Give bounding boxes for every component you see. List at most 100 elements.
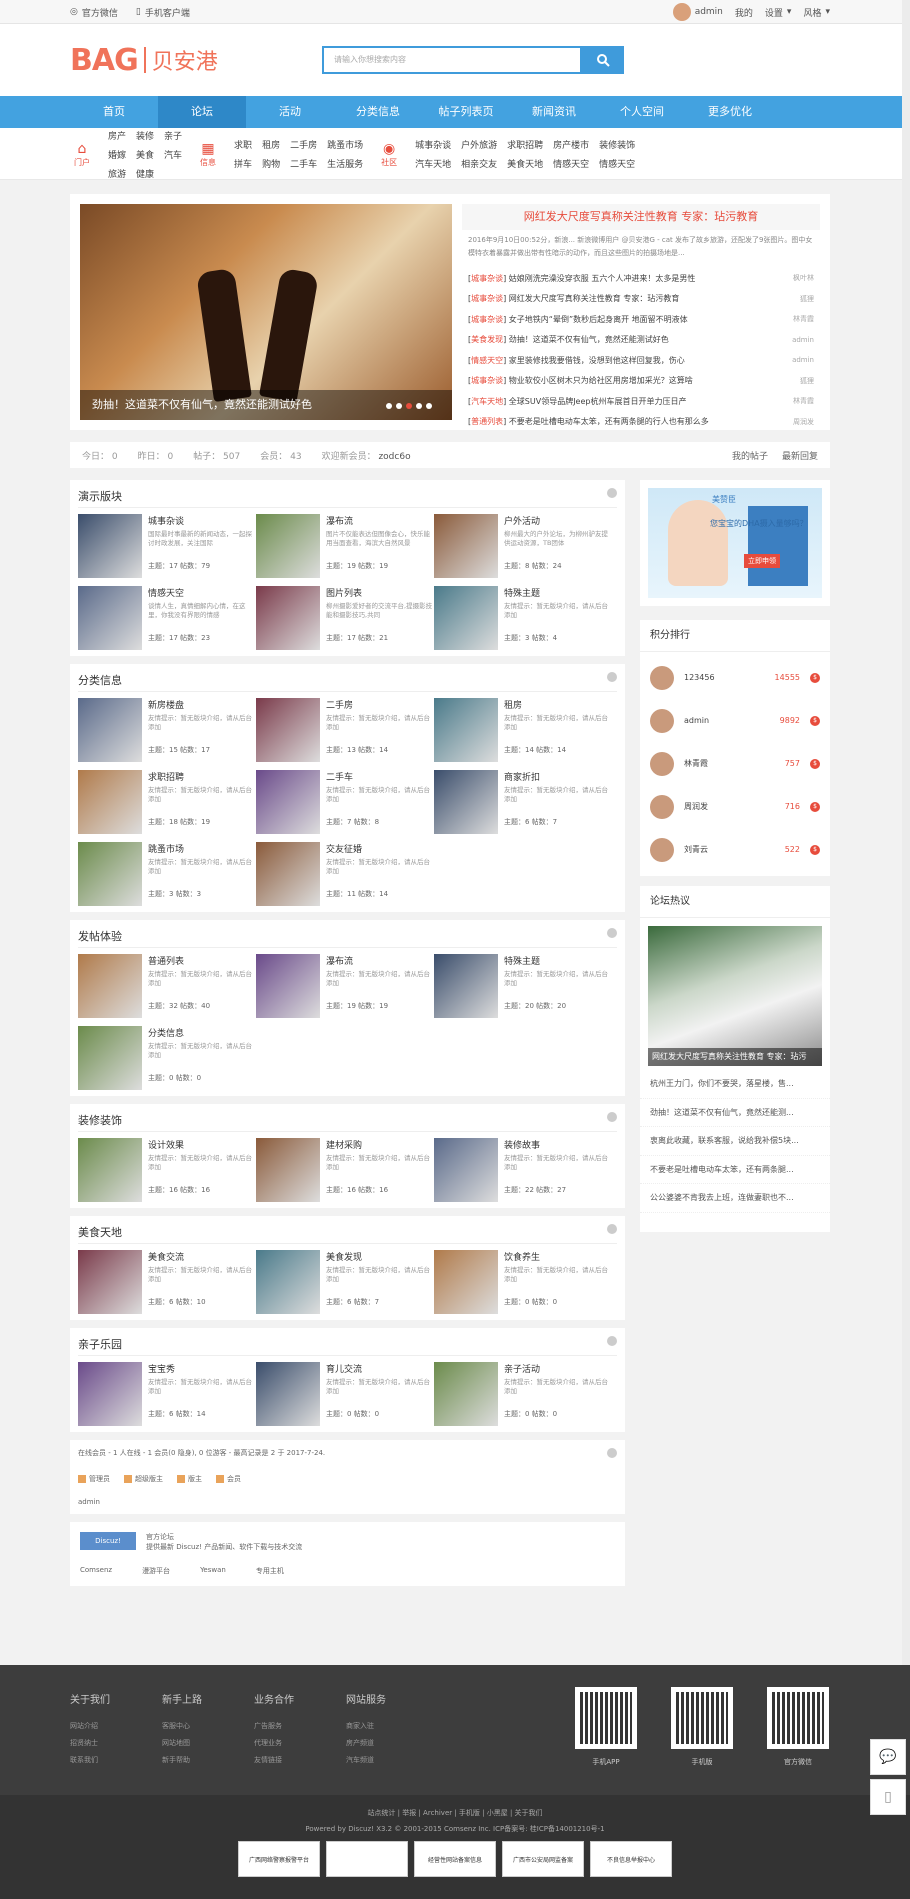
forum-thumbnail[interactable] bbox=[434, 770, 498, 834]
forum-name[interactable]: 瀑布流 bbox=[326, 514, 434, 527]
rank-username[interactable]: 123456 bbox=[684, 673, 765, 682]
subnav-link[interactable]: 城事杂谈 bbox=[415, 138, 451, 151]
hot-item-author[interactable]: 林青霞 bbox=[793, 396, 814, 406]
rank-row[interactable]: 刘青云 522 $ bbox=[640, 828, 830, 871]
forum-name[interactable]: 情感天空 bbox=[148, 586, 256, 599]
forum-item[interactable]: 二手房 友情提示：暂无版块介绍，请从后台添加 主题：13 帖数：14 bbox=[256, 698, 434, 762]
hot-item-tag[interactable]: 美食发现 bbox=[471, 335, 503, 344]
forum-thumbnail[interactable] bbox=[78, 954, 142, 1018]
hot-item-tag[interactable]: 城事杂谈 bbox=[471, 315, 503, 324]
forum-item[interactable]: 设计效果 友情提示：暂无版块介绍，请从后台添加 主题：16 帖数：16 bbox=[78, 1138, 256, 1202]
forum-name[interactable]: 宝宝秀 bbox=[148, 1362, 256, 1375]
collapse-icon[interactable] bbox=[607, 1336, 617, 1346]
slide-dots[interactable] bbox=[386, 403, 432, 409]
footer-links[interactable]: 站点统计 | 举报 | Archiver | 手机版 | 小黑屋 | 关于我们 bbox=[0, 1805, 910, 1821]
footer-link[interactable]: 新手帮助 bbox=[162, 1752, 202, 1769]
forum-thumbnail[interactable] bbox=[256, 1138, 320, 1202]
forum-item[interactable]: 分类信息 友情提示：暂无版块介绍，请从后台添加 主题：0 帖数：0 bbox=[78, 1026, 256, 1090]
rank-username[interactable]: 周润发 bbox=[684, 801, 775, 812]
section-title[interactable]: 发帖体验 bbox=[78, 928, 122, 947]
subnav-link[interactable]: 二手车 bbox=[290, 157, 317, 170]
forum-thumbnail[interactable] bbox=[434, 1138, 498, 1202]
forum-thumbnail[interactable] bbox=[78, 698, 142, 762]
user-menu[interactable]: admin bbox=[672, 3, 723, 21]
forum-name[interactable]: 分类信息 bbox=[148, 1026, 256, 1039]
rank-row[interactable]: 林青霞 757 $ bbox=[640, 742, 830, 785]
wechat-link[interactable]: ◎ 官方微信 bbox=[70, 6, 118, 19]
subnav-link[interactable]: 婚嫁 bbox=[108, 148, 126, 161]
forum-name[interactable]: 美食发现 bbox=[326, 1250, 434, 1263]
hot-list-item[interactable]: [美食发现] 劲抽！这道菜不仅有仙气，竟然还能测试好色 admin bbox=[462, 330, 820, 351]
nav-item[interactable]: 更多优化 bbox=[686, 96, 774, 128]
subnav-link[interactable]: 求职 bbox=[234, 138, 252, 151]
forum-name[interactable]: 新房楼盘 bbox=[148, 698, 256, 711]
forum-name[interactable]: 户外活动 bbox=[504, 514, 612, 527]
forum-thumbnail[interactable] bbox=[434, 586, 498, 650]
hot-item-tag[interactable]: 城事杂谈 bbox=[471, 294, 503, 303]
subnav-group-icon[interactable]: ◉ 社区 bbox=[377, 141, 401, 168]
hot-list-item[interactable]: [城事杂谈] 姑娘刚洗完澡没穿衣服 五六个人冲进来！太多是男性 枫叶林 bbox=[462, 268, 820, 289]
forum-thumbnail[interactable] bbox=[78, 1250, 142, 1314]
text-link[interactable]: 漫游平台 bbox=[142, 1566, 170, 1576]
chat-icon[interactable]: 💬 bbox=[870, 1739, 906, 1775]
footer-link[interactable]: 联系我们 bbox=[70, 1752, 110, 1769]
rank-username[interactable]: 林青霞 bbox=[684, 758, 775, 769]
certification-badge[interactable]: 不良信息举报中心 bbox=[590, 1841, 672, 1877]
subnav-group-icon[interactable]: ▦ 信息 bbox=[196, 141, 220, 168]
forum-hot-item[interactable]: 公公婆婆不肯我去上班，连做妻职也不... bbox=[640, 1184, 830, 1213]
forum-item[interactable]: 求职招聘 友情提示：暂无版块介绍，请从后台添加 主题：18 帖数：19 bbox=[78, 770, 256, 834]
subnav-link[interactable]: 户外旅游 bbox=[461, 138, 497, 151]
footer-link[interactable]: 网站地图 bbox=[162, 1735, 202, 1752]
footer-link[interactable]: 商家入驻 bbox=[346, 1718, 386, 1735]
forum-thumbnail[interactable] bbox=[434, 698, 498, 762]
featured-link[interactable]: Discuz! 官方论坛 提供最新 Discuz! 产品新闻、软件下载与技术交流 bbox=[80, 1532, 615, 1552]
forum-thumbnail[interactable] bbox=[256, 586, 320, 650]
hot-list-item[interactable]: [城事杂谈] 网红发大尺度写真称关注性教育 专家：玷污教育 狐狸 bbox=[462, 289, 820, 310]
footer-link[interactable]: 友情链接 bbox=[254, 1752, 294, 1769]
collapse-icon[interactable] bbox=[607, 1112, 617, 1122]
forum-thumbnail[interactable] bbox=[256, 514, 320, 578]
subnav-link[interactable]: 健康 bbox=[136, 167, 154, 180]
settings-menu[interactable]: 设置 ▾ bbox=[765, 6, 792, 19]
section-title[interactable]: 美食天地 bbox=[78, 1224, 122, 1243]
hot-item-author[interactable]: 周润发 bbox=[793, 417, 814, 427]
rank-row[interactable]: 123456 14555 $ bbox=[640, 656, 830, 699]
subnav-link[interactable]: 美食天地 bbox=[507, 157, 543, 170]
forum-item[interactable]: 情感天空 谈情人生，真情细解内心情，在这里，你我没有界限的情感 主题：17 帖数：2… bbox=[78, 586, 256, 650]
forum-item[interactable]: 瀑布流 图片不仅能表达但图像会心，快乐能用当面查看，海滨大自然风景 主题：19 帖数… bbox=[256, 514, 434, 578]
subnav-link[interactable]: 亲子 bbox=[164, 129, 182, 142]
nav-item[interactable]: 新闻资讯 bbox=[510, 96, 598, 128]
subnav-link[interactable]: 装修 bbox=[136, 129, 154, 142]
headline[interactable]: 网红发大尺度写真称关注性教育 专家：玷污教育 bbox=[462, 204, 820, 230]
forum-thumbnail[interactable] bbox=[434, 954, 498, 1018]
footer-link[interactable]: 招贤纳士 bbox=[70, 1735, 110, 1752]
subnav-link[interactable]: 生活服务 bbox=[327, 157, 363, 170]
avatar[interactable] bbox=[650, 837, 674, 862]
hot-list-item[interactable]: [城事杂谈] 物业软佼小区树木只为给社区用房增加采光？这算啥 狐狸 bbox=[462, 371, 820, 392]
hot-item-author[interactable]: admin bbox=[792, 336, 814, 344]
forum-name[interactable]: 交友征婚 bbox=[326, 842, 434, 855]
subnav-link[interactable]: 装修装饰 bbox=[599, 138, 635, 151]
forum-name[interactable]: 美食交流 bbox=[148, 1250, 256, 1263]
online-user[interactable]: admin bbox=[78, 1498, 617, 1506]
hot-item-author[interactable]: 枫叶林 bbox=[793, 273, 814, 283]
forum-hot-item[interactable]: 杭州王力门，你们不要哭，落星楼，售... bbox=[640, 1070, 830, 1099]
forum-thumbnail[interactable] bbox=[256, 770, 320, 834]
forum-name[interactable]: 亲子活动 bbox=[504, 1362, 612, 1375]
avatar[interactable] bbox=[650, 708, 674, 733]
search-button[interactable] bbox=[582, 46, 624, 74]
avatar[interactable] bbox=[650, 794, 674, 819]
slide-dot[interactable] bbox=[386, 403, 392, 409]
text-link[interactable]: Comsenz bbox=[80, 1566, 112, 1576]
forum-item[interactable]: 租房 友情提示：暂无版块介绍，请从后台添加 主题：14 帖数：14 bbox=[434, 698, 612, 762]
forum-thumbnail[interactable] bbox=[78, 1362, 142, 1426]
hot-item-author[interactable]: 林青霞 bbox=[793, 314, 814, 324]
hot-list-item[interactable]: [城事杂谈] 女子地铁内“晕倒”数秒后起身离开 地面留不明液体 林青霞 bbox=[462, 309, 820, 330]
rank-row[interactable]: admin 9892 $ bbox=[640, 699, 830, 742]
forum-item[interactable]: 特殊主题 友情提示：暂无版块介绍，请从后台添加 主题：20 帖数：20 bbox=[434, 954, 612, 1018]
link-name[interactable]: 官方论坛 bbox=[146, 1532, 302, 1542]
my-menu[interactable]: 我的 bbox=[735, 6, 753, 19]
forum-thumbnail[interactable] bbox=[78, 770, 142, 834]
hot-list-item[interactable]: [汽车天地] 全球SUV领导品牌Jeep杭州车展首日开单力压日产 林青霞 bbox=[462, 391, 820, 412]
nav-item[interactable]: 首页 bbox=[70, 96, 158, 128]
